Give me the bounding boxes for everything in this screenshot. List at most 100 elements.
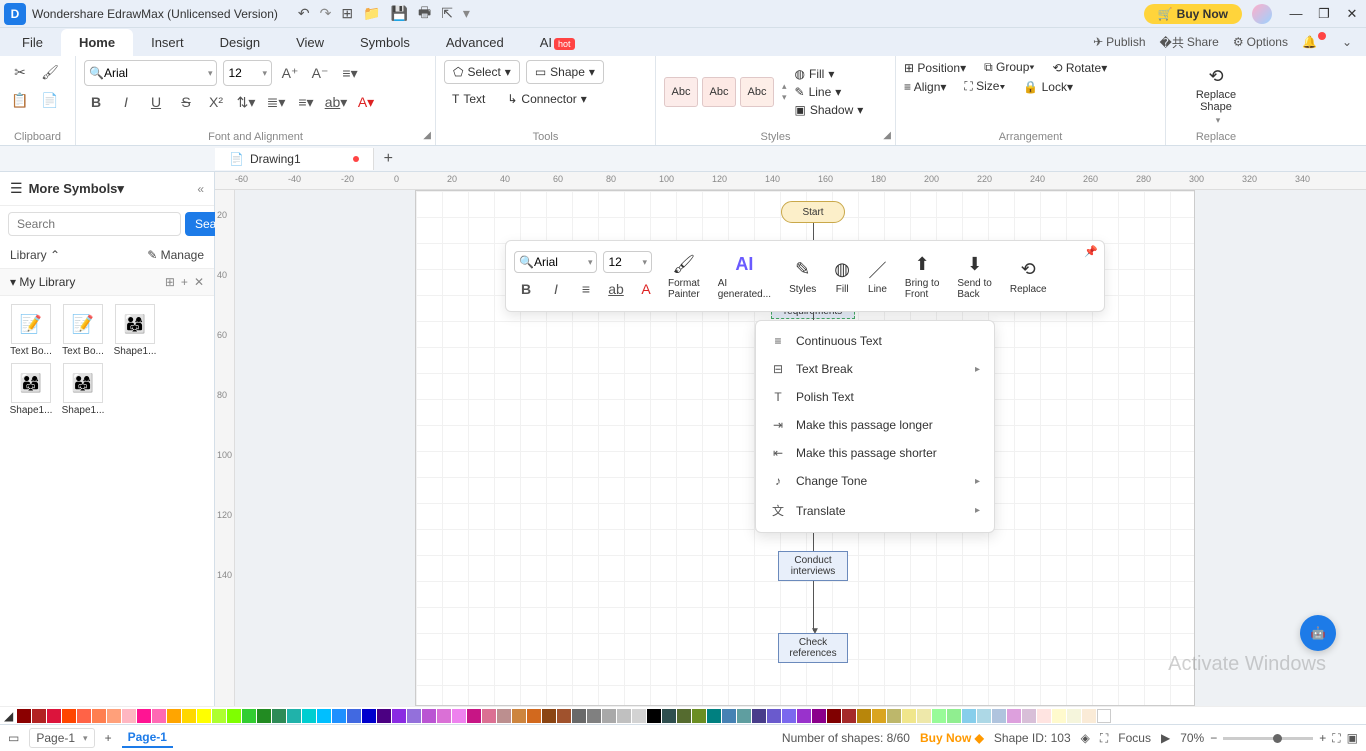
style-preset-3[interactable]: Abc xyxy=(740,77,774,107)
text-tool[interactable]: T Text xyxy=(444,88,493,110)
mini-bold-icon[interactable]: B xyxy=(514,277,538,301)
check-shape[interactable]: Check references xyxy=(778,633,848,663)
color-swatch[interactable] xyxy=(1052,709,1066,723)
color-swatch[interactable] xyxy=(332,709,346,723)
color-swatch[interactable] xyxy=(392,709,406,723)
mini-case-icon[interactable]: ab xyxy=(604,277,628,301)
maximize-button[interactable]: ❐ xyxy=(1310,6,1338,22)
menu-change-tone[interactable]: ♪Change Tone▸ xyxy=(756,467,994,495)
fill-button[interactable]: ◍ Fill ▾ xyxy=(791,66,868,82)
close-button[interactable]: ✕ xyxy=(1338,6,1366,22)
color-swatch[interactable] xyxy=(197,709,211,723)
color-swatch[interactable] xyxy=(17,709,31,723)
text-case-icon[interactable]: ab▾ xyxy=(324,90,348,114)
zoom-in-icon[interactable]: + xyxy=(1319,731,1326,745)
color-swatch[interactable] xyxy=(947,709,961,723)
font-size-select[interactable]: ▾ xyxy=(223,60,272,86)
library-label[interactable]: Library ⌃ xyxy=(10,248,60,262)
style-preset-2[interactable]: Abc xyxy=(702,77,736,107)
color-swatch[interactable] xyxy=(407,709,421,723)
mini-ai-button[interactable]: AIAI generated... xyxy=(710,252,779,300)
color-swatch[interactable] xyxy=(902,709,916,723)
paste-icon[interactable]: 📄 xyxy=(38,88,62,112)
mini-italic-icon[interactable]: I xyxy=(544,277,568,301)
menu-translate[interactable]: 文Translate▸ xyxy=(756,495,994,526)
position-button[interactable]: ⊞ Position▾ xyxy=(904,61,966,75)
color-swatch[interactable] xyxy=(77,709,91,723)
size-button[interactable]: ⛶ Size▾ xyxy=(964,79,1005,94)
save-icon[interactable]: 💾 xyxy=(391,5,408,22)
tab-symbols[interactable]: Symbols xyxy=(342,29,428,56)
color-swatch[interactable] xyxy=(797,709,811,723)
color-swatch[interactable] xyxy=(467,709,481,723)
mini-send-back[interactable]: ⬇Send to Back xyxy=(949,252,999,300)
color-swatch[interactable] xyxy=(32,709,46,723)
conduct-shape[interactable]: Conduct interviews xyxy=(778,551,848,581)
color-swatch[interactable] xyxy=(617,709,631,723)
color-swatch[interactable] xyxy=(587,709,601,723)
qat-more-icon[interactable]: ▾ xyxy=(463,5,470,22)
color-swatch[interactable] xyxy=(227,709,241,723)
eyedropper-icon[interactable]: ◢ xyxy=(4,709,13,723)
tab-ai[interactable]: AIhot xyxy=(522,29,593,56)
library-item[interactable]: 👨‍👩‍👧Shape1... xyxy=(60,363,106,416)
connector-tool[interactable]: ↳ Connector ▾ xyxy=(499,88,594,110)
color-swatch[interactable] xyxy=(257,709,271,723)
tab-file[interactable]: File xyxy=(4,29,61,56)
shadow-button[interactable]: ▣ Shadow ▾ xyxy=(791,102,868,118)
color-swatch[interactable] xyxy=(167,709,181,723)
export-icon[interactable]: ⇱ xyxy=(441,5,453,22)
add-doc-tab[interactable]: + xyxy=(374,146,403,172)
minimize-button[interactable]: — xyxy=(1282,6,1310,21)
color-swatch[interactable] xyxy=(602,709,616,723)
mini-fill-button[interactable]: ◍Fill xyxy=(826,258,858,295)
align-button[interactable]: ≡ Align▾ xyxy=(904,80,946,94)
color-swatch[interactable] xyxy=(872,709,886,723)
undo-icon[interactable]: ↶ xyxy=(298,5,310,22)
color-swatch[interactable] xyxy=(482,709,496,723)
library-item[interactable]: 📝Text Bo... xyxy=(8,304,54,357)
color-swatch[interactable] xyxy=(512,709,526,723)
color-swatch[interactable] xyxy=(182,709,196,723)
color-swatch[interactable] xyxy=(497,709,511,723)
search-input[interactable] xyxy=(8,212,181,236)
options-button[interactable]: ⚙ Options xyxy=(1233,35,1288,49)
bullets-icon[interactable]: ≣▾ xyxy=(264,90,288,114)
open-icon[interactable]: 📁 xyxy=(363,5,380,22)
my-library-section[interactable]: ▾ My Library xyxy=(10,275,75,289)
buy-now-button[interactable]: 🛒 Buy Now xyxy=(1144,4,1242,24)
color-swatch[interactable] xyxy=(152,709,166,723)
color-swatch[interactable] xyxy=(1022,709,1036,723)
fit-page-icon[interactable]: ⛶ xyxy=(1332,731,1340,746)
page-tab[interactable]: Page-1 xyxy=(122,728,173,748)
add-page-icon[interactable]: + xyxy=(105,731,112,745)
mini-bring-front[interactable]: ⬆Bring to Front xyxy=(897,252,947,300)
underline-icon[interactable]: U xyxy=(144,90,168,114)
zoom-slider[interactable] xyxy=(1223,737,1313,740)
color-swatch[interactable] xyxy=(977,709,991,723)
color-swatch[interactable] xyxy=(767,709,781,723)
color-swatch[interactable] xyxy=(272,709,286,723)
color-swatch[interactable] xyxy=(662,709,676,723)
lib-add-icon[interactable]: + xyxy=(181,275,188,289)
color-swatch[interactable] xyxy=(452,709,466,723)
color-swatch[interactable] xyxy=(812,709,826,723)
color-swatch[interactable] xyxy=(632,709,646,723)
color-swatch[interactable] xyxy=(437,709,451,723)
color-swatch[interactable] xyxy=(677,709,691,723)
chat-icon[interactable]: 🤖 xyxy=(1300,615,1336,651)
color-swatch[interactable] xyxy=(992,709,1006,723)
line-button[interactable]: ✎ Line ▾ xyxy=(791,84,868,100)
color-swatch[interactable] xyxy=(827,709,841,723)
color-swatch[interactable] xyxy=(137,709,151,723)
style-up-icon[interactable]: ▴ xyxy=(782,81,787,92)
color-swatch[interactable] xyxy=(242,709,256,723)
color-swatch[interactable] xyxy=(317,709,331,723)
color-swatch[interactable] xyxy=(647,709,661,723)
bold-icon[interactable]: B xyxy=(84,90,108,114)
menu-text-break[interactable]: ⊟Text Break▸ xyxy=(756,355,994,383)
menu-polish-text[interactable]: TPolish Text xyxy=(756,383,994,411)
style-preset-1[interactable]: Abc xyxy=(664,77,698,107)
color-swatch[interactable] xyxy=(62,709,76,723)
color-swatch[interactable] xyxy=(932,709,946,723)
